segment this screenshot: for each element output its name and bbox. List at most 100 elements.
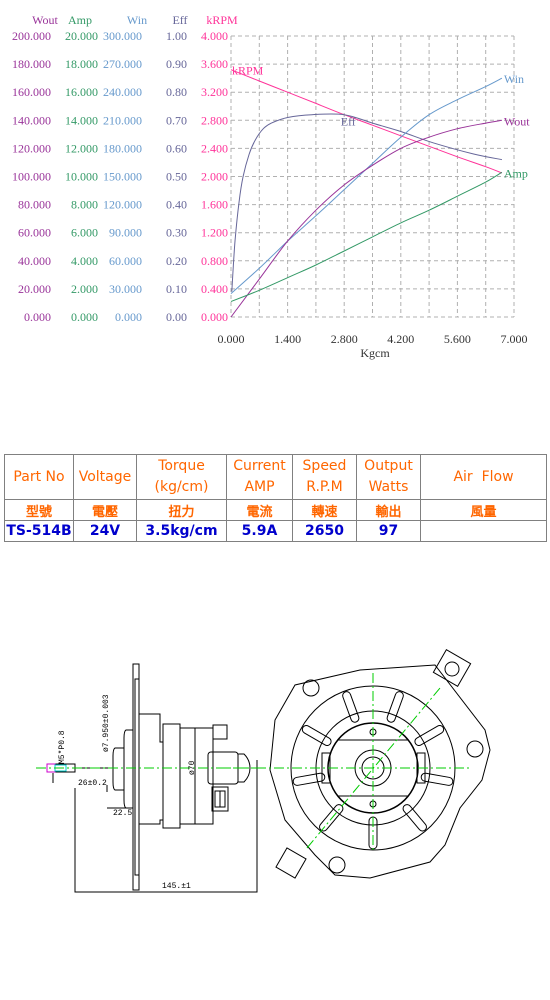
mount-plate-outline [269, 664, 491, 879]
y-tick-label: 8.000 [71, 198, 98, 212]
y-tick-label: 2.800 [201, 113, 228, 127]
y-tick-label: 0.000 [71, 310, 98, 324]
value-current: 5.9A [226, 520, 293, 542]
value-voltage: 24V [73, 520, 137, 542]
total-length-label: 145.±1 [162, 882, 191, 891]
y-tick-label: 180.000 [103, 141, 142, 155]
header-air-flow: Air Flow [420, 454, 547, 500]
front-boss [138, 713, 164, 825]
body-diameter-label: ø70 [188, 760, 197, 775]
x-tick-label: 4.200 [387, 332, 414, 346]
header-output: Output Watts [356, 454, 421, 500]
y-tick-label: 1.200 [201, 226, 228, 240]
bottom-connector [275, 847, 307, 879]
y-tick-label: 0.40 [166, 198, 187, 212]
y-tick-label: 3.200 [201, 85, 228, 99]
y-tick-label: 4.000 [71, 254, 98, 268]
y-tick-label: 60.000 [109, 254, 142, 268]
y-tick-label: 270.000 [103, 57, 142, 71]
y-tick-label: 210.000 [103, 113, 142, 127]
y-tick-label: 30.000 [109, 282, 142, 296]
motor-side-view: M5*P0.8 ø7.950±0.003 26±0.2 22.5 145.±1 … [36, 663, 258, 893]
value-air-flow [420, 520, 547, 542]
y-tick-label: 14.000 [65, 113, 98, 127]
y-tick-label: 300.000 [103, 29, 142, 43]
header-zh-part-no: 型號 [4, 499, 74, 521]
series-line-wout [230, 119, 502, 318]
mount-hole [302, 679, 320, 697]
y-tick-label: 20.000 [18, 282, 51, 296]
y-tick-label: 120.000 [103, 198, 142, 212]
y-tick-label: 12.000 [65, 141, 98, 155]
y-tick-label: 2.000 [201, 170, 228, 184]
y-tick-label: 0.70 [166, 113, 187, 127]
shaft-diameter-label: ø7.950±0.003 [102, 694, 111, 752]
flange-offset-label: 22.5 [113, 809, 132, 818]
header-torque: Torque (kg/cm) [136, 454, 227, 500]
y-tick-label: 100.000 [12, 170, 51, 184]
series-label-wout: Wout [504, 114, 530, 128]
y-tick-label: 16.000 [65, 85, 98, 99]
header-current: Current AMP [226, 454, 293, 500]
y-tick-label: 140.000 [12, 113, 51, 127]
x-tick-label: 5.600 [444, 332, 471, 346]
series-label-eff: Eff [341, 115, 356, 129]
spec-header-zh-row: 型號 電壓 扭力 電流 轉速 輸出 風量 [4, 499, 547, 521]
y-axis-labels: Wout 0.000 20.000 40.000 60.000 80.000 100.000… [12, 13, 238, 324]
flange-plate [132, 663, 140, 891]
series-label-win: Win [504, 72, 524, 86]
spec-table: Part No Voltage Torque (kg/cm) Current A… [4, 454, 547, 542]
x-tick-label: 1.400 [274, 332, 301, 346]
y-tick-label: 150.000 [103, 170, 142, 184]
y-tick-label: 0.80 [166, 85, 187, 99]
y-tick-label: 6.000 [71, 226, 98, 240]
series-label-krpm: kRPM [232, 64, 264, 78]
value-speed: 2650 [292, 520, 357, 542]
chart-grid [230, 35, 515, 318]
y-tick-label: 0.30 [166, 226, 187, 240]
y-tick-label: 180.000 [12, 57, 51, 71]
y-tick-label: 0.000 [115, 310, 142, 324]
y-tick-label: 160.000 [12, 85, 51, 99]
y-tick-label: 0.00 [166, 310, 187, 324]
y-tick-label: 18.000 [65, 57, 98, 71]
series-label-amp: Amp [504, 166, 528, 180]
y-tick-label: 20.000 [65, 29, 98, 43]
y-tick-label: 0.10 [166, 282, 187, 296]
motor-technical-drawing: M5*P0.8 ø7.950±0.003 26±0.2 22.5 145.±1 … [36, 649, 491, 893]
y-tick-label: 0.000 [24, 310, 51, 324]
x-axis-labels: 0.000 1.400 2.800 4.200 5.600 7.000 [218, 332, 528, 346]
y-tick-label: 1.600 [201, 198, 228, 212]
y-tick-label: 200.000 [12, 29, 51, 43]
header-zh-speed: 轉速 [292, 499, 357, 521]
axis-title-wout: Wout [32, 13, 58, 27]
spec-value-row: TS-514B 24V 3.5kg/cm 5.9A 2650 97 [4, 520, 547, 542]
thread-label: M5*P0.8 [58, 730, 67, 764]
y-tick-label: 80.000 [18, 198, 51, 212]
spec-header-row: Part No Voltage Torque (kg/cm) Current A… [4, 454, 547, 500]
shaft-length-label: 26±0.2 [78, 779, 107, 788]
header-voltage: Voltage [73, 454, 137, 500]
header-zh-current: 電流 [226, 499, 293, 521]
performance-chart: Wout 0.000 20.000 40.000 60.000 80.000 100.000… [12, 13, 530, 360]
y-tick-label: 90.000 [109, 226, 142, 240]
mount-hole [466, 740, 484, 758]
header-zh-torque: 扭力 [136, 499, 227, 521]
value-output: 97 [356, 520, 421, 542]
x-tick-label: 0.000 [218, 332, 245, 346]
x-axis-title: Kgcm [360, 346, 390, 360]
axis-title-win: Win [127, 13, 147, 27]
y-tick-label: 240.000 [103, 85, 142, 99]
header-zh-air-flow: 風量 [420, 499, 547, 521]
top-connector [432, 649, 472, 687]
y-tick-label: 2.000 [71, 282, 98, 296]
x-tick-label: 7.000 [501, 332, 528, 346]
y-tick-label: 3.600 [201, 57, 228, 71]
y-tick-label: 0.000 [201, 310, 228, 324]
y-tick-label: 40.000 [18, 254, 51, 268]
header-part-no: Part No [4, 454, 74, 500]
axis-title-eff: Eff [172, 13, 187, 27]
value-part-no: TS-514B [4, 520, 74, 542]
y-tick-label: 0.800 [201, 254, 228, 268]
header-speed: Speed R.P.M [292, 454, 357, 500]
